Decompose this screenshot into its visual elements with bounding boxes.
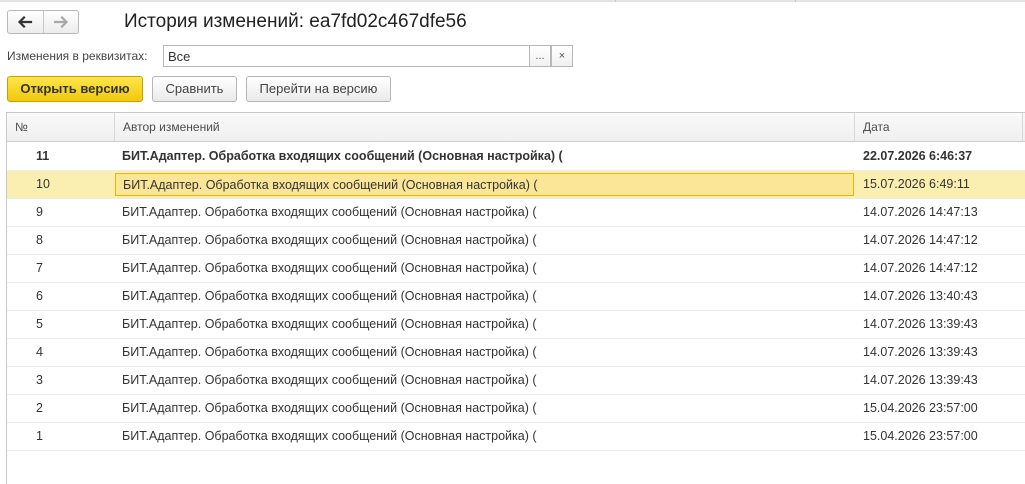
table-row-selected[interactable]: 10 БИТ.Адаптер. Обработка входящих сообщ… xyxy=(7,171,1025,199)
row-date: 15.07.2026 6:49:11 xyxy=(863,177,970,191)
page-title: История изменений: ea7fd02c467dfe56 xyxy=(124,11,467,32)
row-author: БИТ.Адаптер. Обработка входящих сообщени… xyxy=(122,429,537,443)
column-header-number[interactable]: № xyxy=(7,113,115,141)
navigation-buttons xyxy=(7,10,79,34)
row-date: 22.07.2026 6:46:37 xyxy=(863,149,973,163)
row-number: 1 xyxy=(36,429,43,443)
table-row[interactable]: 1 БИТ.Адаптер. Обработка входящих сообще… xyxy=(7,423,1025,451)
row-number: 4 xyxy=(36,345,43,359)
row-author: БИТ.Адаптер. Обработка входящих сообщени… xyxy=(122,205,537,219)
divider xyxy=(615,0,616,2)
row-author: БИТ.Адаптер. Обработка входящих сообщени… xyxy=(122,149,563,163)
table-row[interactable]: 6 БИТ.Адаптер. Обработка входящих сообще… xyxy=(7,283,1025,311)
table-body: 11 БИТ.Адаптер. Обработка входящих сообщ… xyxy=(7,143,1025,451)
table-row[interactable]: 5 БИТ.Адаптер. Обработка входящих сообще… xyxy=(7,311,1025,339)
back-button[interactable] xyxy=(8,11,43,33)
history-window: История изменений: ea7fd02c467dfe56 Изме… xyxy=(0,0,1025,484)
row-author: БИТ.Адаптер. Обработка входящих сообщени… xyxy=(122,261,537,275)
divider xyxy=(795,0,796,2)
table-row[interactable]: 4 БИТ.Адаптер. Обработка входящих сообще… xyxy=(7,339,1025,367)
row-date: 14.07.2026 14:47:13 xyxy=(863,205,978,219)
select-button[interactable]: ... xyxy=(529,45,551,67)
versions-table: № Автор изменений Дата 11 БИТ.Адаптер. О… xyxy=(6,112,1025,484)
arrow-right-icon xyxy=(53,16,68,28)
row-date: 14.07.2026 13:39:43 xyxy=(863,373,978,387)
row-number: 2 xyxy=(36,401,43,415)
row-author: БИТ.Адаптер. Обработка входящих сообщени… xyxy=(122,233,537,247)
row-number: 5 xyxy=(36,317,43,331)
row-date: 14.07.2026 14:47:12 xyxy=(863,233,978,247)
column-header-author[interactable]: Автор изменений xyxy=(115,113,855,141)
row-number: 3 xyxy=(36,373,43,387)
row-author: БИТ.Адаптер. Обработка входящих сообщени… xyxy=(122,401,537,415)
row-number: 10 xyxy=(36,177,50,191)
row-number: 11 xyxy=(36,149,50,163)
row-number: 9 xyxy=(36,205,43,219)
row-author: БИТ.Адаптер. Обработка входящих сообщени… xyxy=(122,373,537,387)
attribute-changes-filter-input[interactable] xyxy=(163,45,530,67)
row-date: 14.07.2026 14:47:12 xyxy=(863,261,978,275)
row-author: БИТ.Адаптер. Обработка входящих сообщени… xyxy=(115,173,854,196)
row-date: 14.07.2026 13:39:43 xyxy=(863,317,978,331)
row-author: БИТ.Адаптер. Обработка входящих сообщени… xyxy=(122,345,537,359)
row-number: 6 xyxy=(36,289,43,303)
table-row[interactable]: 8 БИТ.Адаптер. Обработка входящих сообще… xyxy=(7,227,1025,255)
row-date: 14.07.2026 13:39:43 xyxy=(863,345,978,359)
table-header: № Автор изменений Дата xyxy=(7,113,1025,142)
row-number: 7 xyxy=(36,261,43,275)
row-date: 14.07.2026 13:40:43 xyxy=(863,289,978,303)
arrow-left-icon xyxy=(18,16,33,28)
row-date: 15.04.2026 23:57:00 xyxy=(863,401,978,415)
table-row[interactable]: 7 БИТ.Адаптер. Обработка входящих сообще… xyxy=(7,255,1025,283)
row-date: 15.04.2026 23:57:00 xyxy=(863,429,978,443)
table-row[interactable]: 9 БИТ.Адаптер. Обработка входящих сообще… xyxy=(7,199,1025,227)
clear-button[interactable]: × xyxy=(551,45,573,67)
row-author: БИТ.Адаптер. Обработка входящих сообщени… xyxy=(122,317,537,331)
row-number: 8 xyxy=(36,233,43,247)
table-row[interactable]: 3 БИТ.Адаптер. Обработка входящих сообще… xyxy=(7,367,1025,395)
go-to-version-button[interactable]: Перейти на версию xyxy=(246,76,391,102)
filter-label: Изменения в реквизитах: xyxy=(7,49,148,63)
compare-button[interactable]: Сравнить xyxy=(152,76,237,102)
table-row[interactable]: 11 БИТ.Адаптер. Обработка входящих сообщ… xyxy=(7,143,1025,171)
row-author: БИТ.Адаптер. Обработка входящих сообщени… xyxy=(122,289,537,303)
open-version-button[interactable]: Открыть версию xyxy=(7,76,143,102)
column-header-date[interactable]: Дата xyxy=(855,113,1023,141)
table-row[interactable]: 2 БИТ.Адаптер. Обработка входящих сообще… xyxy=(7,395,1025,423)
forward-button[interactable] xyxy=(42,11,79,33)
window-top-border xyxy=(0,0,1025,2)
